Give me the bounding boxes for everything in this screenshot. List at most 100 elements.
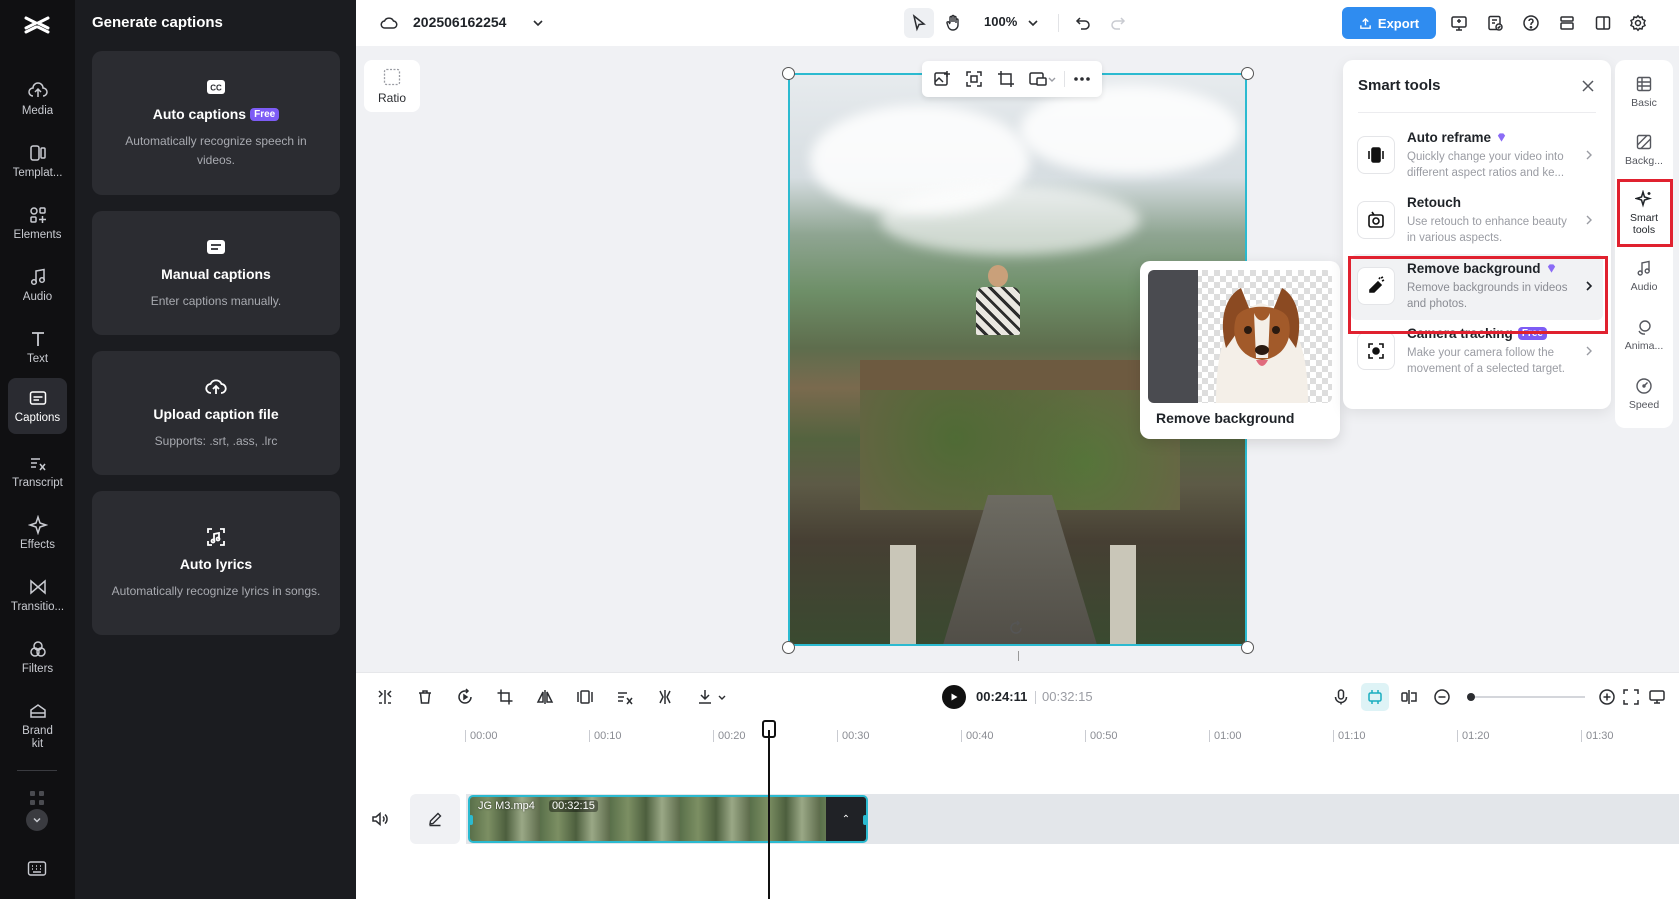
- captions-edit-icon[interactable]: [614, 686, 636, 708]
- nav-item-captions[interactable]: Captions: [8, 378, 67, 434]
- ratio-icon: [383, 68, 401, 86]
- chevron-down-icon[interactable]: [1046, 69, 1058, 89]
- auto-snap-icon[interactable]: [1361, 683, 1389, 711]
- select-pointer-icon[interactable]: [904, 8, 934, 38]
- ratio-button[interactable]: Ratio: [364, 60, 420, 112]
- upload-caption-file-card[interactable]: Upload caption file Supports: .srt, .ass…: [92, 351, 340, 475]
- replay-icon[interactable]: [454, 686, 476, 708]
- layout-panel-icon[interactable]: [1588, 8, 1618, 38]
- nav-item-label: Templat...: [12, 166, 63, 179]
- clip-trim-handle-left[interactable]: [469, 815, 473, 825]
- keyboard-shortcuts-icon[interactable]: [27, 860, 47, 878]
- crop-icon[interactable]: [494, 686, 516, 708]
- clip-duration: 00:32:15: [549, 800, 598, 812]
- upload-caption-desc: Supports: .srt, .ass, .lrc: [154, 433, 278, 448]
- tool-icon-box: [1357, 201, 1395, 239]
- cc-icon: CC: [207, 80, 225, 94]
- redo-icon[interactable]: [1103, 8, 1133, 38]
- smart-frame-icon[interactable]: [964, 69, 984, 89]
- nav-item-transitions[interactable]: Transitio...: [8, 567, 67, 623]
- tool-item-auto-reframe[interactable]: Auto reframe Quickly change your video i…: [1351, 123, 1603, 189]
- timeline-zoom-slider[interactable]: [1467, 693, 1585, 701]
- rail-item-background[interactable]: Backg...: [1615, 122, 1673, 178]
- nav-item-label: Captions: [14, 411, 61, 424]
- split-screen-icon[interactable]: [1398, 686, 1420, 708]
- crop-icon[interactable]: [996, 69, 1016, 89]
- timeline-toolbar: 00:24:11 00:32:15: [356, 672, 1679, 720]
- split-icon[interactable]: [374, 686, 396, 708]
- rail-item-basic[interactable]: Basic: [1615, 64, 1673, 120]
- nav-item-media[interactable]: Media: [8, 71, 67, 127]
- nav-item-effects[interactable]: Effects: [8, 505, 67, 561]
- video-clip[interactable]: JG M3.mp4 00:32:15 ⌃: [468, 795, 868, 843]
- expand-nav-button[interactable]: [26, 809, 48, 831]
- zoom-out-icon[interactable]: [1431, 686, 1453, 708]
- rail-item-animation[interactable]: Anima...: [1615, 307, 1673, 363]
- hand-pan-icon[interactable]: [938, 8, 968, 38]
- nav-item-transcript[interactable]: Transcript: [8, 443, 67, 499]
- manual-captions-card[interactable]: Manual captions Enter captions manually.: [92, 211, 340, 335]
- zoom-slider-knob[interactable]: [1467, 693, 1475, 701]
- present-screen-icon[interactable]: [1444, 8, 1474, 38]
- project-name[interactable]: 202506162254: [413, 14, 506, 30]
- more-apps-grid-icon[interactable]: [29, 790, 45, 806]
- review-check-icon[interactable]: [1480, 8, 1510, 38]
- track-volume-icon[interactable]: [370, 809, 390, 829]
- resize-handle-bottom-left[interactable]: [782, 641, 795, 654]
- clip-trim-handle-right[interactable]: [863, 815, 867, 825]
- clip-transition-marker[interactable]: ⌃: [826, 797, 866, 841]
- template-icon: [29, 144, 46, 161]
- tool-name: Retouch: [1407, 195, 1461, 210]
- resize-handle-bottom-right[interactable]: [1241, 641, 1254, 654]
- tool-item-retouch[interactable]: Retouch Use retouch to enhance beauty in…: [1351, 188, 1603, 254]
- download-icon[interactable]: [694, 686, 716, 708]
- tool-icon-box: [1357, 332, 1395, 370]
- mirror-flip-icon[interactable]: [534, 686, 556, 708]
- basic-icon: [1636, 76, 1652, 92]
- undo-icon[interactable]: [1068, 8, 1098, 38]
- video-floating-toolbar: [922, 61, 1102, 97]
- resize-handle-top-left[interactable]: [782, 67, 795, 80]
- replace-image-icon[interactable]: [932, 69, 952, 89]
- zoom-level[interactable]: 100%: [984, 14, 1017, 29]
- zoom-in-icon[interactable]: [1596, 686, 1618, 708]
- freeze-frame-icon[interactable]: [574, 686, 596, 708]
- storage-layers-icon[interactable]: [1552, 8, 1582, 38]
- nav-item-text[interactable]: Text: [8, 319, 67, 375]
- nav-item-brand-kit[interactable]: Brand kit: [8, 694, 67, 758]
- more-options-icon[interactable]: [1072, 69, 1092, 89]
- preview-monitor-icon[interactable]: [1646, 686, 1668, 708]
- panel-divider: [1358, 112, 1596, 113]
- rail-item-speed[interactable]: Speed: [1615, 366, 1673, 422]
- help-icon[interactable]: [1516, 8, 1546, 38]
- nav-item-templates[interactable]: Templat...: [8, 133, 67, 189]
- delete-trash-icon[interactable]: [414, 686, 436, 708]
- settings-gear-icon[interactable]: [1623, 8, 1653, 38]
- nav-item-label: Text: [26, 352, 49, 365]
- track-cover-edit-button[interactable]: [410, 794, 460, 844]
- picture-in-picture-icon[interactable]: [1028, 69, 1048, 89]
- preview-label: Remove background: [1156, 410, 1295, 426]
- nav-item-elements[interactable]: Elements: [8, 195, 67, 251]
- chevron-down-icon[interactable]: [716, 686, 728, 708]
- rail-item-audio[interactable]: Audio: [1615, 248, 1673, 304]
- close-icon[interactable]: [1580, 78, 1596, 94]
- nav-item-filters[interactable]: Filters: [8, 629, 67, 685]
- auto-captions-card[interactable]: CC Auto captions Free Automatically recog…: [92, 51, 340, 195]
- trim-icon[interactable]: [654, 686, 676, 708]
- fullscreen-icon[interactable]: [1620, 686, 1642, 708]
- microphone-icon[interactable]: [1330, 686, 1352, 708]
- smart-tools-title: Smart tools: [1358, 77, 1441, 94]
- auto-lyrics-card[interactable]: Auto lyrics Automatically recognize lyri…: [92, 491, 340, 635]
- export-button[interactable]: Export: [1342, 7, 1436, 39]
- chevron-down-icon[interactable]: [1023, 8, 1043, 38]
- transcript-icon: [30, 457, 46, 470]
- chevron-down-icon[interactable]: [528, 8, 548, 38]
- play-button[interactable]: [942, 685, 966, 709]
- rotate-handle-icon[interactable]: [1006, 618, 1026, 638]
- resize-handle-top-right[interactable]: [1241, 67, 1254, 80]
- svg-text:CC: CC: [210, 84, 222, 93]
- nav-item-audio[interactable]: Audio: [8, 257, 67, 313]
- cloud-sync-icon[interactable]: [374, 8, 404, 38]
- playhead[interactable]: [768, 730, 770, 899]
